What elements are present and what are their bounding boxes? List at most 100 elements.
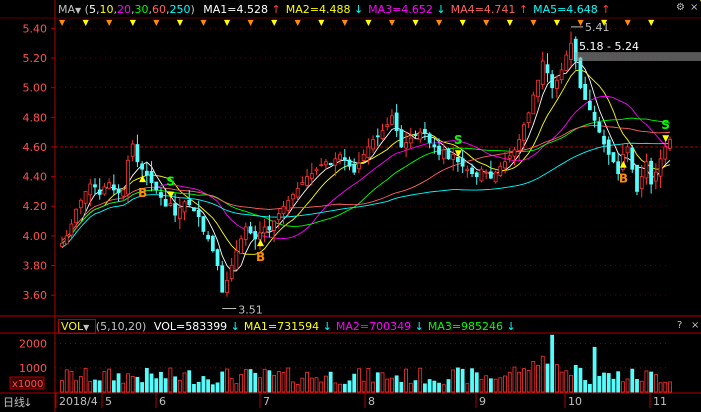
signal-marker-icon: ▼ [342,18,349,27]
volume-bar [135,376,140,393]
candle-body [413,134,418,137]
candle-body [83,191,88,204]
volume-bar [342,383,347,393]
candle-body [357,162,361,170]
volume-bar [583,380,588,393]
ma-param: 20 [116,3,131,16]
volume-bar [517,371,522,393]
range-label: 5.18 - 5.24 [579,40,639,53]
volume-bar [456,367,460,393]
volume-bar [74,380,79,393]
volume-bar [60,380,64,393]
volume-bar [220,371,225,393]
trend-arrow-icon: ↓ [503,320,516,333]
vol-readout: MA2=700349 [335,320,412,333]
volume-bar [630,368,635,393]
volume-bar [606,373,611,393]
volume-bar [446,379,451,393]
volume-bar [488,378,493,393]
period-selector[interactable]: 日线🡓 [3,396,31,409]
sell-arrow-icon: ▼ [167,190,174,200]
candle-body [394,112,399,132]
volume-bar [140,382,145,393]
candle-body [649,160,654,185]
vol-indicator-button[interactable]: VOL▼ [58,319,96,334]
candle-body [319,164,324,167]
volume-bar [602,372,606,393]
candle-body [526,112,531,124]
volume-bar [526,370,531,393]
candle-body [630,147,635,170]
volume-bar [427,379,432,393]
volume-bar [507,371,512,393]
moving-average-lines [61,61,671,272]
volume-bar [267,370,272,393]
trend-arrow-icon: ↓ [227,320,240,333]
vol-header: VOL▼ (5,10,20) VOL=583399 ↓ MA1=731594 ↓ M… [58,319,516,334]
ma-indicator-label[interactable]: MA [58,3,75,16]
volume-bar [569,374,573,393]
candle-body [248,226,253,234]
x-tick-label: 9 [479,395,486,408]
candle-body [149,170,154,183]
volume-bar [159,371,163,393]
buy-arrow-icon: ▲ [139,174,146,184]
candle-body [267,226,272,231]
candle-body [342,157,347,161]
signal-marker-icon: ▼ [295,18,302,27]
high-label: 5.41 [585,21,610,34]
volume-bar [234,383,239,393]
candle-body [276,213,281,221]
vol-close-icon[interactable]: × [691,320,699,331]
vol-readout: MA3=985246 [427,320,504,333]
volume-bar [144,367,149,393]
axis-labels: 5.40 5.20 5.00 4.80 4.60 4.40 4.20 4.00 3.80 3.60… [9,21,667,408]
candle-body [111,184,116,191]
volume-bar [441,384,446,393]
candle-body [465,168,470,171]
volume-bar [432,380,437,393]
volume-bar [390,377,394,393]
volume-bar [474,372,479,393]
volume-bar [309,377,314,393]
volume-bar [243,369,248,393]
candlesticks [60,31,672,297]
candle-body [531,94,536,115]
volume-bar [493,378,498,393]
candle-body [220,265,225,293]
volume-bar [573,365,578,393]
candle-body [460,158,465,167]
volume-bar [587,383,592,393]
volume-bar [295,383,300,393]
volume-bar [116,373,121,393]
volume-bar [338,383,342,393]
vol-indicator-label: VOL [61,320,84,333]
signal-marker-icon: ▼ [530,18,537,27]
settings-icon[interactable]: ⚙ [676,2,685,13]
sell-arrow-icon: ▼ [662,134,669,144]
help-icon[interactable]: ? [677,320,682,331]
candle-body [168,202,173,206]
candle-body [625,146,630,154]
price-chart[interactable]: B▲S▼B▲S▼B▲S▼B▲S▼▼▼▼▼▼▼▼▼▼▼▼▼▼▼▼▼▼▼▼▼▼▼▼▼… [0,0,701,412]
candle-body [587,100,592,111]
volume-bar [248,369,253,393]
candle-body [177,207,182,219]
candle-body [286,199,291,211]
volume-bar [352,373,357,393]
volume-bar [521,368,526,393]
candle-body [578,57,583,89]
candle-body [140,163,145,170]
close-icon[interactable]: × [690,2,698,13]
ma-dropdown-icon[interactable]: ▼ [75,6,81,15]
trend-arrow-icon: ↓ [411,320,424,333]
y-tick-label: 4.00 [23,230,48,243]
volume-bar [559,371,564,393]
volume-bar [668,381,672,393]
candle-body [305,176,309,186]
y-tick-label: 4.60 [23,141,48,154]
candle-body [441,149,446,160]
candle-body [229,265,234,279]
volume-bar [130,375,135,393]
candle-body [371,139,375,150]
